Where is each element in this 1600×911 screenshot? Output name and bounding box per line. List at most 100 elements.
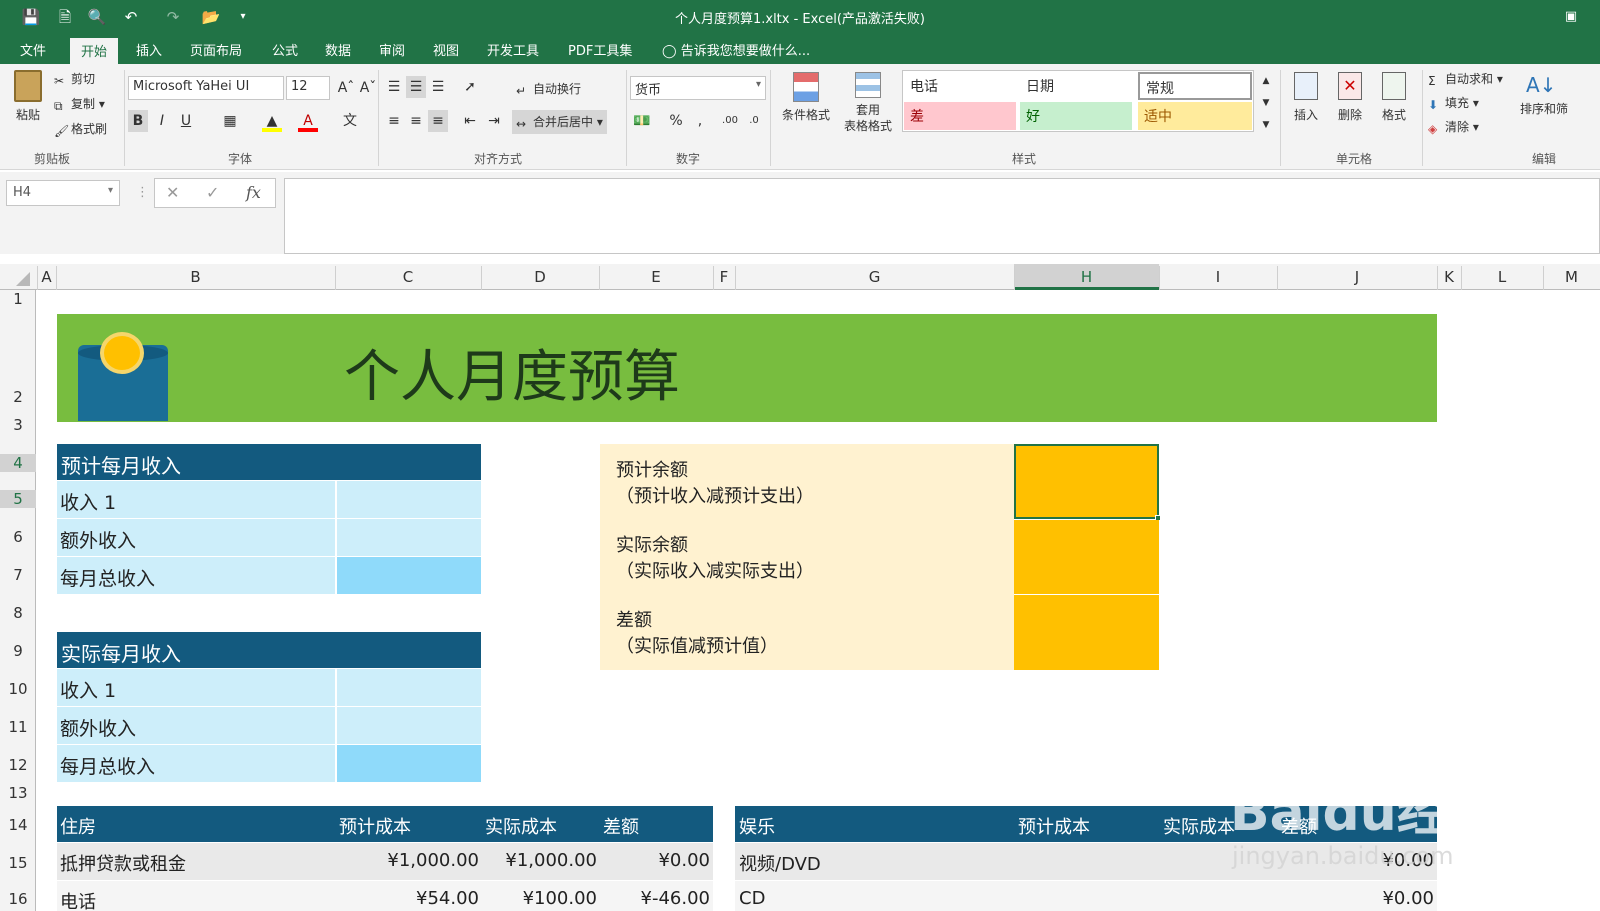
decrease-decimal-icon[interactable]: .0 (744, 110, 764, 132)
comma-icon[interactable]: , (690, 110, 710, 132)
tab-home[interactable]: 开始 (70, 38, 119, 66)
row-header-9[interactable]: 9 (0, 642, 36, 660)
table-cell[interactable] (337, 707, 481, 744)
merge-center-button[interactable]: ↔ 合并后居中 ▾ (512, 110, 607, 134)
name-box-dropdown-icon[interactable]: ▾ (108, 185, 113, 196)
underline-button[interactable]: U (176, 110, 196, 132)
col-header-j[interactable]: J (1277, 268, 1437, 286)
col-header-i[interactable]: I (1159, 268, 1277, 286)
increase-decimal-icon[interactable]: .00 (720, 110, 740, 132)
phonetic-icon[interactable]: 文 (340, 110, 360, 132)
orientation-icon[interactable]: ➚ (460, 76, 480, 98)
col-header-g[interactable]: G (735, 268, 1014, 286)
gallery-more-icon[interactable]: ▼ (1256, 114, 1276, 136)
font-color-icon[interactable]: A (298, 110, 318, 132)
table-cell[interactable] (337, 669, 481, 706)
col-header-l[interactable]: L (1461, 268, 1543, 286)
ribbon-display-icon[interactable]: ▣ (1560, 6, 1582, 28)
col-header-f[interactable]: F (713, 268, 735, 286)
tab-pdf-tools[interactable]: PDF工具集 (568, 40, 632, 59)
autosum-button[interactable]: Σ 自动求和 ▾ (1428, 70, 1503, 88)
style-phone[interactable]: 电话 (904, 72, 1016, 100)
row-header-15[interactable]: 15 (0, 854, 36, 872)
enter-icon[interactable]: ✓ (206, 183, 219, 202)
gallery-up-icon[interactable]: ▲ (1256, 70, 1276, 92)
row-header-14[interactable]: 14 (0, 816, 36, 834)
style-bad[interactable]: 差 (904, 102, 1016, 130)
tell-me-box[interactable]: ◯ 告诉我您想要做什么... (662, 40, 810, 59)
increase-indent-icon[interactable]: ⇥ (484, 110, 504, 132)
col-header-e[interactable]: E (599, 268, 713, 286)
row-header-4[interactable]: 4 (0, 454, 36, 472)
tab-insert[interactable]: 插入 (136, 40, 162, 59)
row-header-6[interactable]: 6 (0, 528, 36, 546)
tab-developer[interactable]: 开发工具 (487, 40, 539, 59)
clear-button[interactable]: ◈ 清除 ▾ (1428, 118, 1479, 136)
percent-icon[interactable]: % (666, 110, 686, 132)
font-name-select[interactable]: Microsoft YaHei UI (128, 76, 284, 100)
col-header-k[interactable]: K (1437, 268, 1461, 286)
insert-cells-button[interactable]: 插入 (1286, 72, 1326, 123)
style-neutral[interactable]: 适中 (1138, 102, 1252, 130)
row-header-16[interactable]: 16 (0, 890, 36, 908)
select-all-corner[interactable] (16, 272, 30, 286)
decrease-font-icon[interactable]: Aˇ (358, 77, 378, 99)
fill-color-icon[interactable]: ▲ (262, 110, 282, 132)
table-cell[interactable] (337, 519, 481, 556)
format-cells-button[interactable]: 格式 (1374, 72, 1414, 123)
align-middle-icon[interactable]: ☰ (406, 76, 426, 98)
row-header-12[interactable]: 12 (0, 756, 36, 774)
fill-button[interactable]: ⬇ 填充 ▾ (1428, 94, 1479, 112)
currency-icon[interactable]: 💵 (632, 110, 652, 132)
total-cell[interactable] (337, 557, 481, 594)
align-center-icon[interactable]: ≡ (406, 110, 426, 132)
format-as-table-button[interactable]: 套用 表格格式 (838, 72, 898, 134)
row-header-1[interactable]: 1 (0, 290, 36, 308)
align-left-icon[interactable]: ≡ (384, 110, 404, 132)
col-header-h[interactable]: H (1014, 264, 1159, 290)
difference-cell[interactable] (1014, 595, 1159, 670)
paste-button[interactable]: 粘贴 (10, 70, 46, 123)
tab-page-layout[interactable]: 页面布局 (190, 40, 242, 59)
sort-filter-button[interactable]: A↓ 排序和筛 (1520, 70, 1580, 117)
formula-input[interactable] (284, 178, 1600, 254)
italic-button[interactable]: I (152, 110, 172, 132)
total-cell[interactable] (337, 745, 481, 782)
style-good[interactable]: 好 (1020, 102, 1132, 130)
delete-cells-button[interactable]: ✕ 删除 (1330, 72, 1370, 123)
col-header-d[interactable]: D (481, 268, 599, 286)
tab-formulas[interactable]: 公式 (272, 40, 298, 59)
tab-data[interactable]: 数据 (325, 40, 351, 59)
col-header-c[interactable]: C (335, 268, 481, 286)
row-header-5[interactable]: 5 (0, 490, 36, 508)
row-header-10[interactable]: 10 (0, 680, 36, 698)
col-header-m[interactable]: M (1543, 268, 1600, 286)
tab-view[interactable]: 视图 (433, 40, 459, 59)
style-normal[interactable]: 常规 (1138, 72, 1252, 100)
row-header-11[interactable]: 11 (0, 718, 36, 736)
row-header-3[interactable]: 3 (0, 416, 36, 434)
align-top-icon[interactable]: ☰ (384, 76, 404, 98)
wrap-text-button[interactable]: ↵ 自动换行 (516, 80, 581, 98)
number-format-select[interactable]: 货币 ▾ (630, 76, 766, 100)
increase-font-icon[interactable]: Aˆ (336, 77, 356, 99)
insert-function-icon[interactable]: fx (246, 183, 261, 202)
borders-icon[interactable]: ▦ (220, 110, 240, 132)
row-header-13[interactable]: 13 (0, 784, 36, 802)
row-header-8[interactable]: 8 (0, 604, 36, 622)
format-painter-button[interactable]: 🖌 格式刷 (54, 120, 107, 138)
style-date[interactable]: 日期 (1020, 72, 1132, 100)
name-box[interactable]: H4 ▾ (6, 180, 120, 206)
col-header-b[interactable]: B (56, 268, 335, 286)
row-header-2[interactable]: 2 (0, 388, 36, 406)
bold-button[interactable]: B (128, 110, 148, 132)
cancel-icon[interactable]: ✕ (166, 183, 179, 202)
table-cell[interactable] (337, 481, 481, 518)
conditional-formatting-button[interactable]: 条件格式 (776, 72, 836, 123)
cut-button[interactable]: ✂ 剪切 (54, 70, 95, 88)
decrease-indent-icon[interactable]: ⇤ (460, 110, 480, 132)
font-size-select[interactable]: 12 (286, 76, 330, 100)
align-right-icon[interactable]: ≡ (428, 110, 448, 132)
align-bottom-icon[interactable]: ☰ (428, 76, 448, 98)
copy-button[interactable]: ⧉ 复制 ▾ (54, 95, 105, 113)
